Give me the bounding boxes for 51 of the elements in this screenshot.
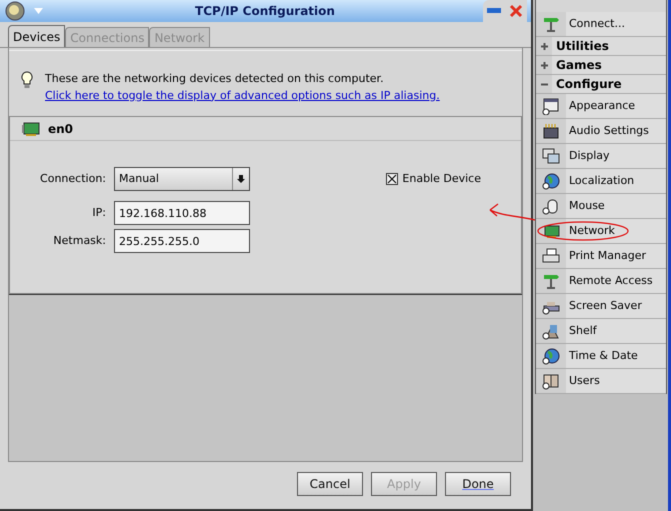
network-card-icon — [22, 122, 40, 136]
field-label: IP: — [91, 204, 106, 221]
globe-icon — [542, 172, 560, 190]
connection-dropdown[interactable]: Manual — [114, 167, 250, 191]
enable-checkbox[interactable] — [386, 173, 398, 185]
sidebar-item[interactable]: Remote Access — [536, 269, 666, 294]
shelf-icon — [542, 322, 560, 340]
sidebar-item[interactable]: Shelf — [536, 319, 666, 344]
globe-icon — [542, 347, 560, 365]
sidebar-group[interactable]: Utilities — [536, 37, 666, 56]
info-text: These are the networking devices detected on this computer. — [45, 71, 385, 87]
sidebar-item[interactable]: Display — [536, 144, 666, 169]
dialog-button[interactable]: Cancel — [297, 472, 363, 496]
signpost-icon — [542, 272, 560, 290]
expand-icon[interactable] — [540, 42, 548, 50]
screens-icon — [542, 147, 560, 165]
signpost-icon — [542, 15, 560, 33]
field-label: Netmask: — [52, 232, 106, 249]
sidebar-item[interactable]: Appearance — [536, 94, 666, 119]
input-field[interactable]: 255.255.255.0 — [114, 229, 250, 253]
app-menu-icon[interactable] — [4, 1, 26, 21]
sidebar-item[interactable]: Screen Saver — [536, 294, 666, 319]
checkbox-label: Enable Device — [402, 170, 481, 187]
minimize-icon — [487, 8, 501, 14]
close-icon — [509, 4, 523, 18]
dialog-button[interactable]: Done — [445, 472, 511, 496]
sidebar-item[interactable]: Time & Date — [536, 344, 666, 369]
advanced-options-link[interactable]: Click here to toggle the display of advanced options such as IP aliasing. — [45, 88, 440, 104]
mouse-icon — [542, 197, 560, 215]
sidebar-item[interactable]: Mouse — [536, 194, 666, 219]
tab[interactable]: Devices — [8, 25, 66, 47]
collapse-icon[interactable] — [540, 80, 548, 88]
printer-icon — [542, 247, 560, 265]
sidebar-item[interactable]: Audio Settings — [536, 119, 666, 144]
sidebar-item[interactable]: Users — [536, 369, 666, 394]
sidebar-item[interactable]: Localization — [536, 169, 666, 194]
expand-icon[interactable] — [540, 62, 548, 68]
users-icon — [542, 372, 560, 390]
sidebar-item[interactable]: Print Manager — [536, 244, 666, 269]
sidebar-group[interactable]: Games — [536, 56, 666, 75]
lightbulb-icon — [21, 71, 33, 89]
audio-device-icon — [542, 122, 560, 140]
device-name: en0 — [48, 120, 74, 138]
input-field[interactable]: 192.168.110.88 — [114, 201, 250, 225]
sidebar-item[interactable]: Network — [536, 219, 666, 244]
field-label: Connection: — [39, 170, 106, 187]
window-title: TCP/IP Configuration — [194, 3, 336, 20]
sidebar-group[interactable]: Configure — [536, 75, 666, 94]
dropdown-arrow-icon — [237, 175, 245, 183]
window-icon — [542, 97, 560, 115]
sidebar-item[interactable]: Connect... — [536, 12, 666, 37]
